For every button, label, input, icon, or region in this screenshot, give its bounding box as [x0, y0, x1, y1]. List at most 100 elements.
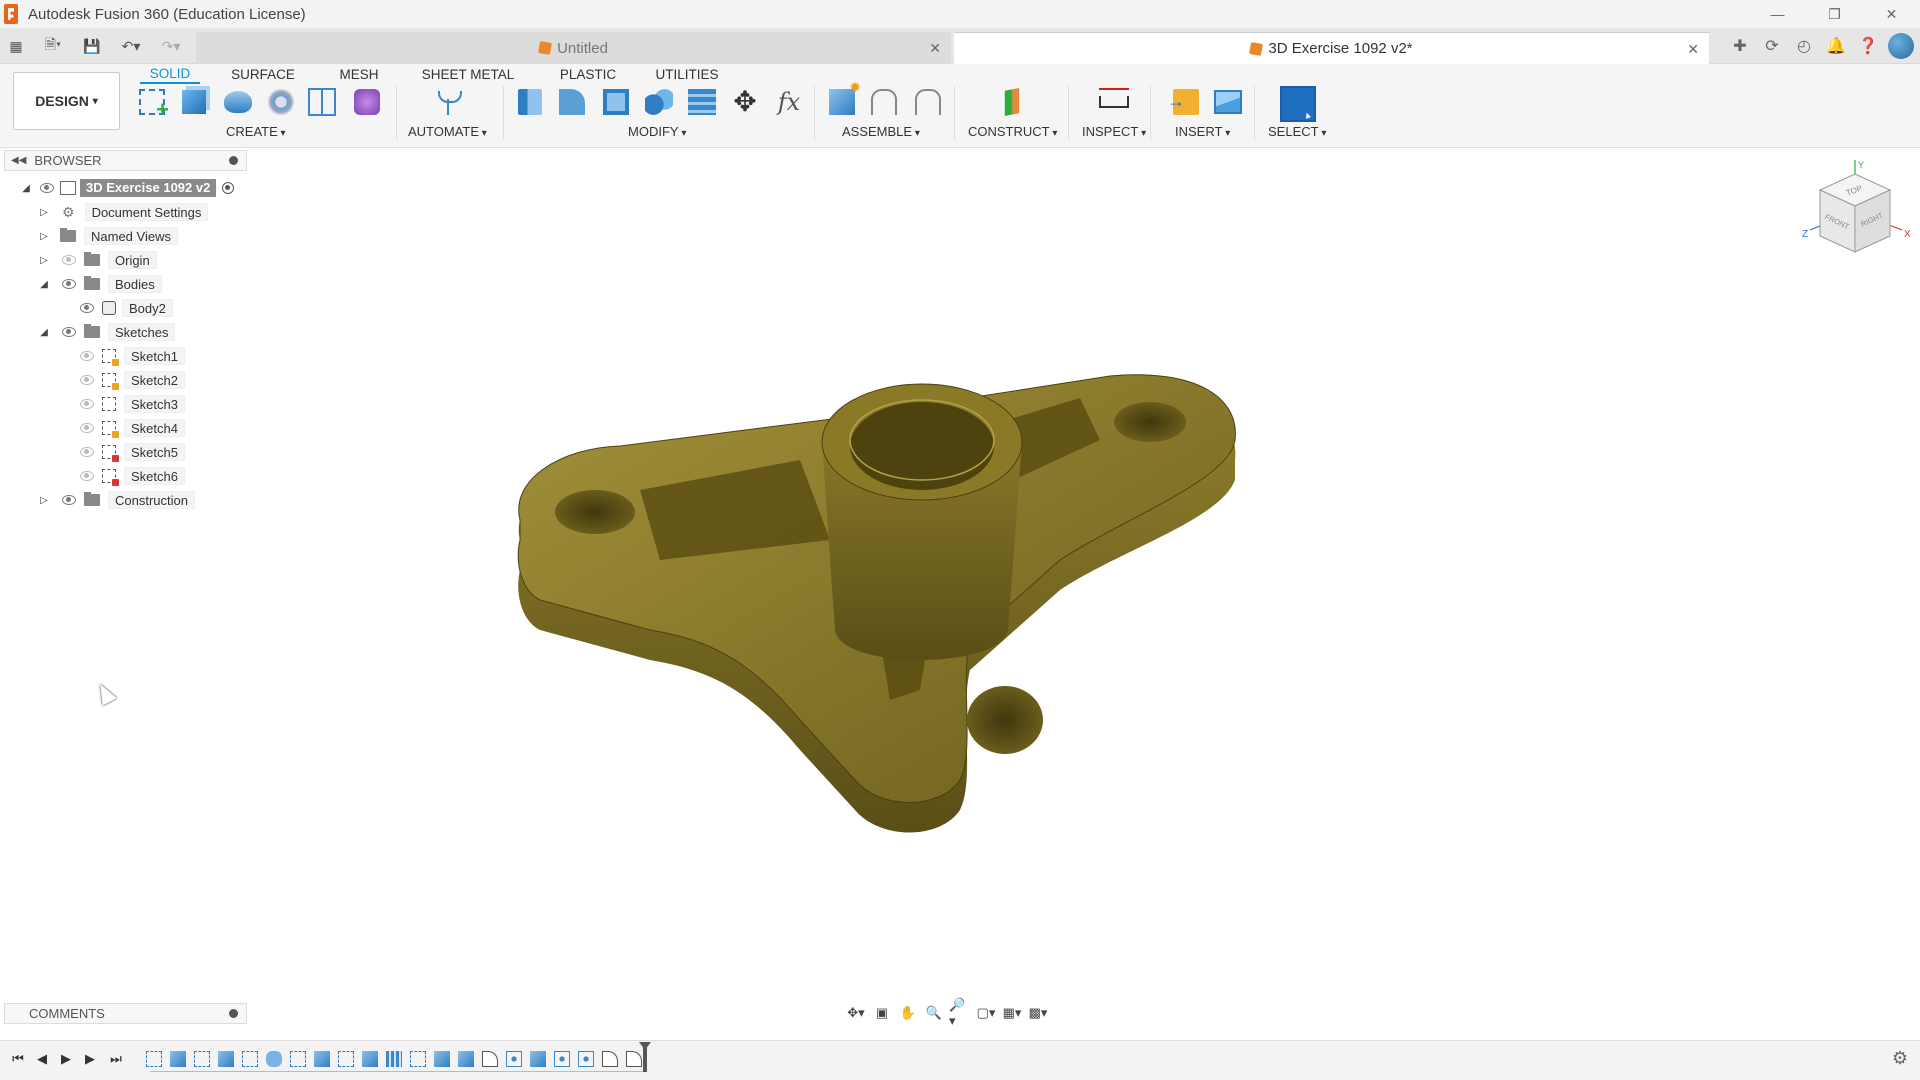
visibility-eye-icon[interactable] [62, 495, 76, 505]
visibility-eye-icon[interactable] [62, 279, 76, 289]
help-icon[interactable]: ❓ [1852, 30, 1884, 62]
tree-item-sketches[interactable]: ◢ Sketches [38, 322, 176, 342]
canvas-tool[interactable] [1212, 86, 1244, 118]
undo-icon[interactable]: ↶▾ [114, 28, 148, 64]
tree-item-sketch1[interactable]: Sketch1 [80, 346, 185, 366]
save-icon[interactable]: 💾 [80, 28, 104, 64]
tree-item-sketch4[interactable]: Sketch4 [80, 418, 185, 438]
timeline-sketch-feature[interactable] [146, 1051, 162, 1067]
collapsed-triangle-icon[interactable]: ▷ [38, 206, 50, 218]
new-tab-icon[interactable]: ✚ [1724, 30, 1756, 62]
press-pull-tool[interactable] [514, 86, 546, 118]
tree-item-sketch5[interactable]: Sketch5 [80, 442, 185, 462]
close-tab-icon[interactable]: ✕ [929, 40, 941, 57]
job-status-icon[interactable]: ◴ [1788, 30, 1820, 62]
timeline-sketch-feature[interactable] [410, 1051, 426, 1067]
tab-utilities[interactable]: UTILITIES [652, 64, 722, 84]
viewports-icon[interactable]: ▩▾ [1027, 1004, 1049, 1022]
timeline-extrude-feature[interactable] [170, 1051, 186, 1067]
tree-item-construction[interactable]: ▷ Construction [38, 490, 195, 510]
split-body-tool[interactable] [686, 86, 718, 118]
timeline-fillet-feature[interactable] [482, 1051, 498, 1067]
collapsed-triangle-icon[interactable]: ▷ [38, 230, 50, 242]
look-at-icon[interactable]: ▣ [871, 1004, 893, 1022]
restore-icon[interactable]: ❐ [1806, 0, 1863, 28]
assemble-menu[interactable]: ASSEMBLE [842, 124, 920, 139]
tab-untitled[interactable]: Untitled ✕ [196, 32, 951, 64]
visibility-eye-icon[interactable] [80, 375, 94, 385]
tree-item-sketch6[interactable]: Sketch6 [80, 466, 185, 486]
activate-radio-icon[interactable] [222, 182, 235, 194]
revolve-tool[interactable] [222, 86, 254, 118]
display-settings-icon[interactable]: ▢▾ [975, 1004, 997, 1022]
timeline-revolve-feature[interactable] [266, 1051, 282, 1067]
fillet-tool[interactable] [556, 86, 588, 118]
visibility-eye-icon[interactable] [80, 471, 94, 481]
orbit-icon[interactable]: ✥▾ [845, 1004, 867, 1022]
timeline-next-icon[interactable]: ▶ [80, 1049, 100, 1069]
visibility-eye-icon[interactable] [80, 423, 94, 433]
minimize-icon[interactable]: — [1749, 0, 1806, 28]
visibility-eye-icon[interactable] [80, 303, 94, 313]
3d-model-tri-arm-bracket[interactable] [500, 370, 1250, 850]
as-built-joint-tool[interactable] [912, 86, 944, 118]
tab-3d-exercise[interactable]: 3D Exercise 1092 v2* ✕ [954, 32, 1709, 64]
timeline-marker[interactable] [643, 1042, 647, 1072]
pattern-tool[interactable] [306, 86, 338, 118]
timeline-pattern-feature[interactable] [554, 1051, 570, 1067]
create-sketch-tool[interactable] [136, 86, 169, 123]
timeline-last-icon[interactable]: ⏭ [106, 1049, 126, 1069]
tab-surface[interactable]: SURFACE [228, 64, 298, 84]
tab-sheet-metal[interactable]: SHEET METAL [418, 64, 518, 84]
form-tool[interactable] [351, 86, 383, 118]
online-status-icon[interactable]: ⟳ [1756, 30, 1788, 62]
hole-tool[interactable] [265, 86, 297, 118]
visibility-eye-icon[interactable] [80, 447, 94, 457]
timeline-mirror-feature[interactable] [386, 1051, 402, 1067]
redo-icon[interactable]: ↷▾ [154, 28, 188, 64]
tree-item-bodies[interactable]: ◢ Bodies [38, 274, 162, 294]
close-icon[interactable]: ✕ [1863, 0, 1920, 28]
visibility-eye-icon[interactable] [80, 399, 94, 409]
timeline-sketch-feature[interactable] [242, 1051, 258, 1067]
apps-grid-icon[interactable]: ▦ [4, 28, 28, 64]
add-comment-icon[interactable] [229, 1009, 238, 1018]
viewcube[interactable]: TOP FRONT RIGHT X Y Z [1800, 160, 1910, 270]
timeline-extrude-feature[interactable] [314, 1051, 330, 1067]
automate-tool[interactable] [432, 86, 464, 118]
collapsed-triangle-icon[interactable]: ▷ [38, 494, 50, 506]
tree-item-body2[interactable]: Body2 [80, 298, 173, 318]
tree-item-sketch3[interactable]: Sketch3 [80, 394, 185, 414]
timeline-extrude-feature[interactable] [434, 1051, 450, 1067]
extrude-tool[interactable] [178, 86, 210, 118]
pin-icon[interactable] [229, 156, 238, 165]
expanded-triangle-icon[interactable]: ◢ [38, 278, 50, 290]
timeline-play-icon[interactable]: ▶ [56, 1049, 76, 1069]
select-tool[interactable] [1278, 84, 1318, 124]
select-menu[interactable]: SELECT [1268, 124, 1326, 139]
new-component-tool[interactable] [826, 79, 861, 118]
tree-root[interactable]: ◢ 3D Exercise 1092 v2 [20, 178, 235, 198]
inspect-menu[interactable]: INSPECT [1082, 124, 1146, 139]
timeline-pattern-feature[interactable] [578, 1051, 594, 1067]
create-menu[interactable]: CREATE [226, 124, 286, 139]
timeline-fillet-feature[interactable] [602, 1051, 618, 1067]
expanded-triangle-icon[interactable]: ◢ [20, 182, 32, 194]
timeline-sketch-feature[interactable] [290, 1051, 306, 1067]
tab-plastic[interactable]: PLASTIC [554, 64, 622, 84]
visibility-eye-icon[interactable] [62, 327, 76, 337]
joint-tool[interactable] [868, 86, 900, 118]
pan-icon[interactable]: ✋ [897, 1004, 919, 1022]
avatar[interactable] [1888, 33, 1914, 59]
tree-item-named-views[interactable]: ▷ Named Views [38, 226, 178, 246]
collapse-panel-icon[interactable]: ◀◀ [11, 155, 26, 166]
timeline-sketch-feature[interactable] [194, 1051, 210, 1067]
timeline-sketch-feature[interactable] [338, 1051, 354, 1067]
timeline-previous-icon[interactable]: ◀ [32, 1049, 52, 1069]
zoom-window-icon[interactable]: 🔎▾ [949, 997, 971, 1028]
collapsed-triangle-icon[interactable]: ▷ [38, 254, 50, 266]
zoom-icon[interactable]: 🔍 [923, 1004, 945, 1022]
tree-item-origin[interactable]: ▷ Origin [38, 250, 157, 270]
close-tab-icon[interactable]: ✕ [1687, 41, 1699, 58]
insert-menu[interactable]: INSERT [1175, 124, 1230, 139]
